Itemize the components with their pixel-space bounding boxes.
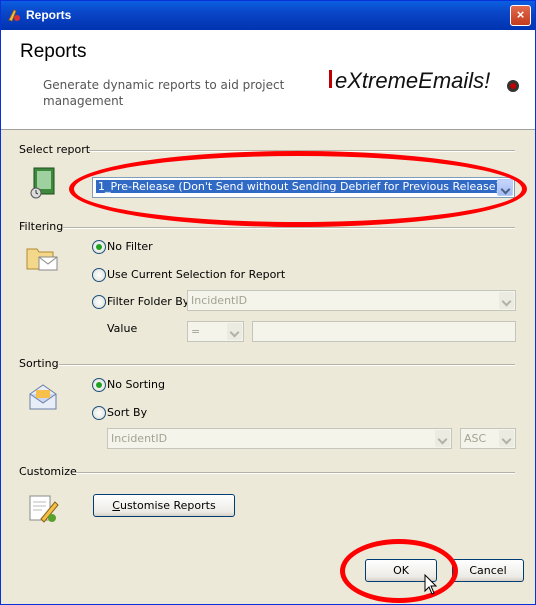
header-panel: Reports Generate dynamic reports to aid … (1, 30, 535, 130)
highlight-oval-ok-button (340, 539, 458, 603)
sort-by-label: Sort By (107, 406, 148, 419)
filter-folder-by-label: Filter Folder By (107, 295, 190, 308)
chevron-down-icon[interactable] (227, 323, 242, 340)
folder-email-icon (26, 248, 58, 271)
chevron-down-icon[interactable] (435, 430, 450, 447)
filter-folder-by-radio[interactable] (92, 295, 106, 309)
close-button[interactable]: × (510, 5, 531, 26)
chevron-down-icon[interactable] (499, 430, 514, 447)
edit-document-icon (29, 495, 59, 523)
title-bar[interactable]: Reports × (1, 1, 535, 30)
filter-field-select[interactable]: IncidentID (187, 290, 516, 311)
app-icon (8, 9, 20, 22)
mouse-cursor-icon (424, 574, 438, 595)
customise-reports-rest: ustomise Reports (119, 499, 216, 512)
highlight-oval-report-select (69, 151, 527, 227)
no-filter-radio[interactable] (92, 240, 106, 254)
operator-value: = (191, 325, 201, 338)
filtering-divider (63, 227, 515, 229)
filtering-label: Filtering (19, 220, 64, 233)
cancel-button[interactable]: Cancel (452, 559, 524, 582)
envelope-icon (29, 384, 57, 410)
sort-field-value: IncidentID (111, 432, 168, 445)
customize-divider (73, 472, 515, 474)
window-title: Reports (26, 8, 72, 22)
filter-field-value: IncidentID (191, 294, 248, 307)
page-description: Generate dynamic reports to aid project … (43, 78, 285, 108)
use-current-selection-radio[interactable] (92, 268, 106, 282)
extreme-emails-logo: eXtremeEmails! (329, 68, 519, 93)
operator-select[interactable]: = (187, 321, 244, 342)
page-title: Reports (20, 41, 87, 62)
sort-by-radio[interactable] (92, 406, 106, 420)
report-book-icon (30, 167, 55, 199)
value-label: Value (107, 322, 138, 335)
no-sorting-label: No Sorting (107, 378, 166, 391)
customise-mnemonic: C (112, 499, 120, 512)
sort-field-select[interactable]: IncidentID (107, 428, 452, 449)
reports-dialog: Reports × Reports Generate dynamic repor… (0, 0, 536, 605)
sorting-label: Sorting (19, 357, 59, 370)
no-sorting-radio[interactable] (92, 378, 106, 392)
customize-label: Customize (19, 465, 77, 478)
customise-reports-button[interactable]: Customise Reports (93, 494, 235, 517)
filter-value-input[interactable] (252, 321, 516, 342)
sorting-divider (59, 364, 515, 366)
sort-direction-value: ASC (464, 432, 487, 445)
use-current-selection-label: Use Current Selection for Report (107, 268, 286, 281)
svg-text:eXtremeEmails!: eXtremeEmails! (335, 68, 490, 93)
select-report-label: Select report (19, 143, 91, 156)
sort-direction-select[interactable]: ASC (460, 428, 516, 449)
no-filter-label: No Filter (107, 240, 153, 253)
chevron-down-icon[interactable] (499, 292, 514, 309)
